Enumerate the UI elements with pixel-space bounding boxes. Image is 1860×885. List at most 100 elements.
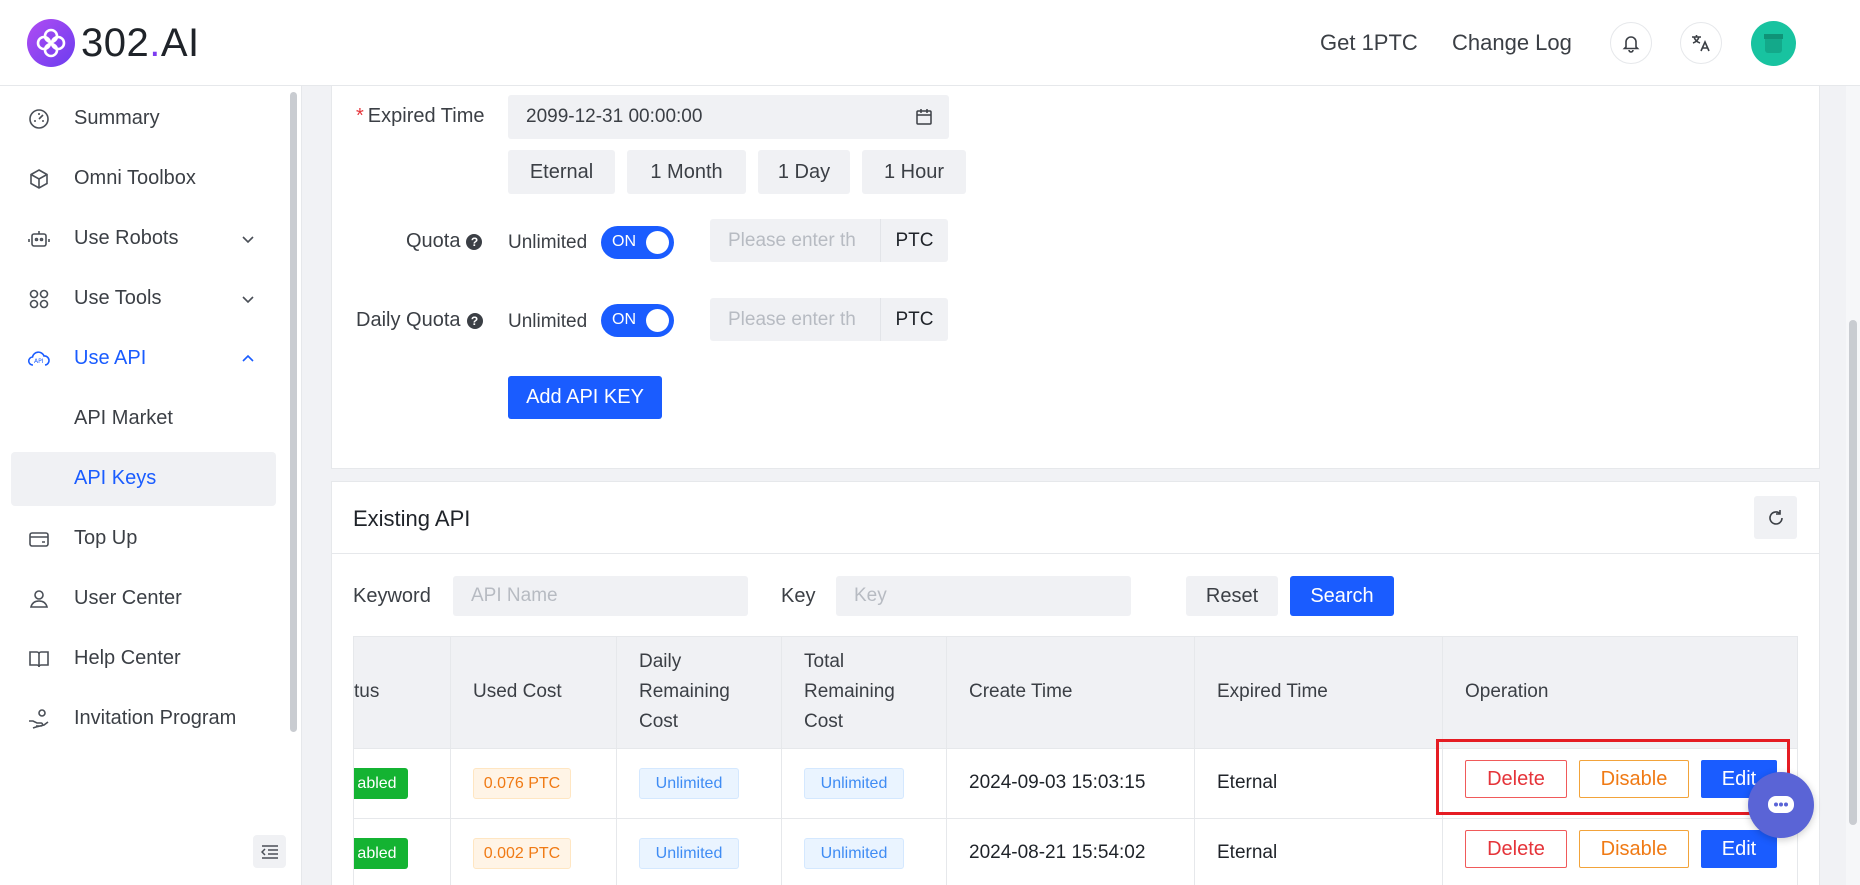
column-header-operation: Operation [1443, 637, 1797, 748]
sidebar-item-api-market[interactable]: API Market [11, 392, 276, 446]
wallet-icon [29, 532, 49, 547]
expired-time-value: 2099-12-31 00:00:00 [526, 106, 703, 127]
sidebar-scrollbar[interactable] [290, 92, 297, 732]
sidebar-item-invitation-program[interactable]: Invitation Program [11, 692, 276, 746]
refresh-button[interactable] [1754, 496, 1797, 539]
total-remaining-tag: Unlimited [804, 768, 904, 799]
sidebar-item-help-center[interactable]: Help Center [11, 632, 276, 686]
chat-bot-icon [1768, 796, 1794, 813]
change-log-link[interactable]: Change Log [1452, 30, 1572, 56]
key-input[interactable]: Key [836, 576, 1131, 616]
keyword-placeholder: API Name [471, 585, 558, 606]
search-button[interactable]: Search [1290, 576, 1394, 616]
column-header-total-remaining-cost: Total Remaining Cost [782, 637, 947, 748]
expired-time-cell: Eternal [1217, 842, 1278, 863]
sidebar-item-use-api[interactable]: API Use API [11, 332, 276, 386]
api-cloud-icon: API [27, 351, 50, 366]
create-time-cell: 2024-09-03 15:03:15 [969, 772, 1146, 793]
dashboard-icon [29, 109, 49, 129]
sidebar-item-use-tools[interactable]: Use Tools [11, 272, 276, 326]
chevron-up-icon [242, 354, 254, 362]
help-icon[interactable]: ? [466, 312, 483, 329]
daily-quota-unlimited-label: Unlimited [508, 311, 588, 332]
daily-quota-unlimited-toggle[interactable]: ON [601, 304, 674, 337]
sidebar-item-use-robots[interactable]: Use Robots [11, 212, 276, 266]
sidebar-item-label: Use Tools [74, 287, 162, 309]
main-scrollbar-thumb[interactable] [1849, 320, 1857, 825]
status-badge: abled [354, 768, 408, 799]
total-remaining-tag: Unlimited [804, 838, 904, 869]
column-header-status: tus [354, 637, 451, 748]
help-icon[interactable]: ? [466, 233, 483, 250]
reset-button[interactable]: Reset [1186, 576, 1278, 616]
quota-unit: PTC [880, 219, 948, 262]
top-header: 302.AI Get 1PTC Change Log [0, 0, 1860, 86]
disable-button[interactable]: Disable [1579, 830, 1689, 868]
quota-unlimited-label: Unlimited [508, 232, 588, 253]
expired-time-label: * Expired Time [356, 105, 485, 127]
delete-button[interactable]: Delete [1465, 830, 1567, 868]
translate-icon [1692, 35, 1710, 52]
sidebar-item-label: Use Robots [74, 227, 179, 249]
existing-api-title: Existing API [353, 506, 471, 531]
column-header-daily-remaining-cost: Daily Remaining Cost [617, 637, 782, 748]
sidebar-item-label: User Center [74, 587, 182, 609]
daily-quota-input[interactable]: Please enter th [710, 298, 880, 341]
sidebar-item-label: API Keys [74, 467, 157, 489]
hand-coin-icon [29, 709, 49, 729]
quota-label: Quota? [406, 230, 483, 253]
tools-grid-icon [29, 289, 49, 309]
language-button[interactable] [1680, 22, 1722, 64]
quota-placeholder: Please enter th [728, 230, 856, 251]
key-label: Key [781, 585, 816, 607]
refresh-icon [1768, 509, 1783, 525]
used-cost-tag: 0.002 PTC [473, 838, 571, 869]
preset-eternal-button[interactable]: Eternal [508, 150, 615, 194]
sidebar-item-user-center[interactable]: User Center [11, 572, 276, 626]
chevron-down-icon [242, 296, 254, 304]
sidebar-item-label: Summary [74, 107, 160, 129]
sidebar-item-api-keys[interactable]: API Keys [11, 452, 276, 506]
svg-text:API: API [34, 358, 44, 365]
notifications-button[interactable] [1610, 22, 1652, 64]
daily-quota-label: Daily Quota? [356, 309, 483, 332]
chevron-down-icon [242, 236, 254, 244]
expired-time-input[interactable]: 2099-12-31 00:00:00 [508, 95, 949, 139]
calendar-icon [916, 109, 932, 125]
status-badge: abled [354, 838, 408, 869]
sidebar-item-label: Omni Toolbox [74, 167, 196, 189]
user-avatar[interactable] [1751, 21, 1796, 66]
logo-text: 302.AI [81, 20, 200, 65]
toggle-knob [646, 309, 669, 332]
robot-icon [28, 231, 50, 247]
edit-button[interactable]: Edit [1701, 830, 1777, 868]
daily-quota-placeholder: Please enter th [728, 309, 856, 330]
column-header-used-cost: Used Cost [451, 637, 617, 748]
column-header-create-time: Create Time [947, 637, 1195, 748]
sidebar-item-label: Top Up [74, 527, 138, 549]
daily-remaining-tag: Unlimited [639, 838, 739, 869]
keyword-input[interactable]: API Name [453, 576, 748, 616]
sidebar: Summary Omni Toolbox Use Robots Use Tool… [0, 86, 302, 885]
preset-1-hour-button[interactable]: 1 Hour [862, 150, 966, 194]
chat-assistant-button[interactable] [1748, 772, 1814, 838]
add-api-key-button[interactable]: Add API KEY [508, 376, 662, 419]
quota-input[interactable]: Please enter th [710, 219, 880, 262]
logo-icon [27, 19, 75, 67]
preset-1-month-button[interactable]: 1 Month [627, 150, 746, 194]
toggle-knob [646, 231, 669, 254]
sidebar-item-omni-toolbox[interactable]: Omni Toolbox [11, 152, 276, 206]
sidebar-item-top-up[interactable]: Top Up [11, 512, 276, 566]
book-icon [29, 651, 49, 668]
get-ptc-link[interactable]: Get 1PTC [1320, 30, 1418, 56]
user-icon [29, 590, 49, 608]
card-divider [332, 553, 1819, 554]
preset-1-day-button[interactable]: 1 Day [758, 150, 850, 194]
daily-remaining-tag: Unlimited [639, 768, 739, 799]
logo[interactable]: 302.AI [27, 19, 200, 67]
sidebar-item-label: API Market [74, 407, 173, 429]
quota-unlimited-toggle[interactable]: ON [601, 226, 674, 259]
indent-icon [260, 844, 278, 859]
collapse-sidebar-button[interactable] [253, 835, 286, 868]
sidebar-item-summary[interactable]: Summary [11, 92, 276, 146]
